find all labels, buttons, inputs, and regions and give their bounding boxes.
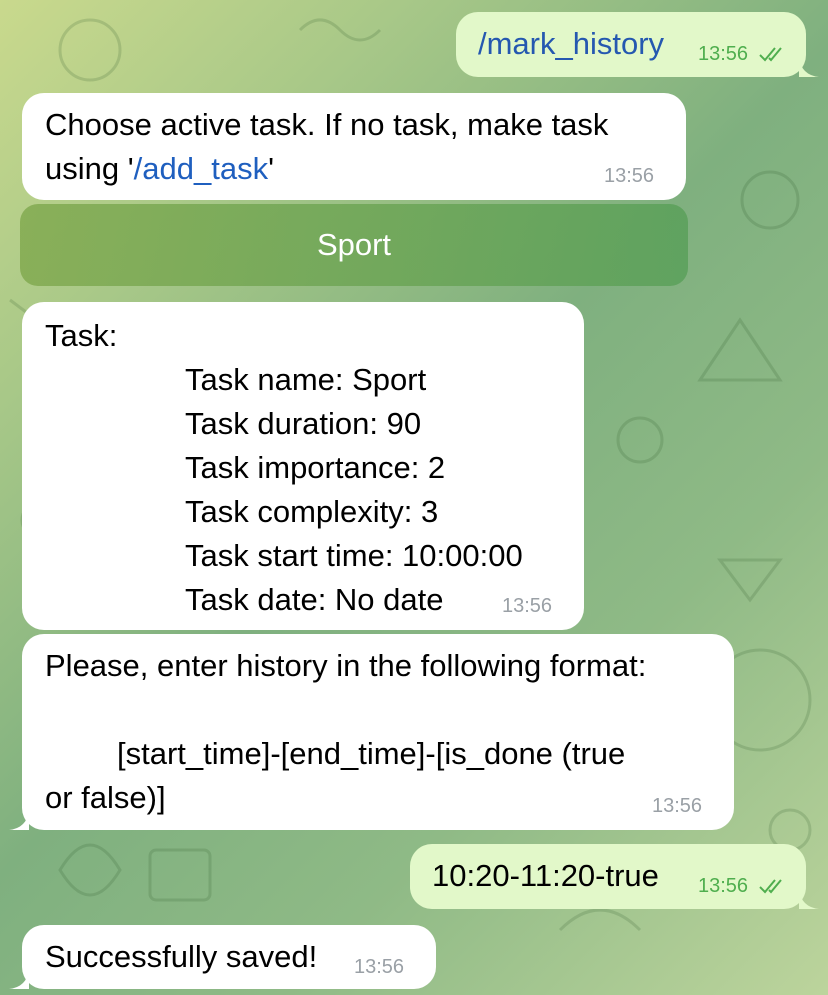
incoming-message-task-info: Task: Task name: Sport Task duration: 90… <box>22 302 584 630</box>
incoming-message-format-prompt: Please, enter history in the following f… <box>9 634 734 830</box>
incoming-message-choose-task: Choose active task. If no task, make tas… <box>22 93 686 200</box>
task-complexity: Task complexity: 3 <box>185 494 439 529</box>
task-header: Task: <box>45 318 118 353</box>
command-mark-history[interactable]: /mark_history <box>478 26 664 61</box>
outgoing-message-history: 10:20-11:20-true 13:56 <box>410 844 819 909</box>
command-link-add-task[interactable]: /add_task <box>134 151 268 186</box>
message-time: 13:56 <box>502 595 553 617</box>
message-text-line: [start_time]-[end_time]-[is_done (true <box>117 736 626 771</box>
double-check-icon <box>759 879 782 894</box>
task-importance: Task importance: 2 <box>185 450 446 485</box>
incoming-message-saved: Successfully saved! 13:56 <box>9 925 436 989</box>
message-text-line: using '/add_task' <box>45 151 274 186</box>
task-start-time: Task start time: 10:00:00 <box>185 538 523 573</box>
bubble-tail <box>9 810 29 830</box>
history-entry-text: 10:20-11:20-true <box>432 858 659 893</box>
outgoing-message-mark-history: /mark_history 13:56 <box>456 12 819 77</box>
double-check-icon <box>759 47 782 62</box>
message-time: 13:56 <box>604 165 655 187</box>
task-name: Task name: Sport <box>185 362 427 397</box>
inline-button-sport[interactable]: Sport <box>20 204 688 286</box>
bubble-tail <box>799 57 819 77</box>
message-text-line: Choose active task. If no task, make tas… <box>45 107 609 142</box>
message-time: 13:56 <box>698 43 749 65</box>
bubble-tail <box>799 889 819 909</box>
saved-text: Successfully saved! <box>45 939 318 974</box>
task-duration: Task duration: 90 <box>185 406 422 441</box>
message-time: 13:56 <box>354 956 405 978</box>
message-time: 13:56 <box>698 875 749 897</box>
bubble-tail <box>9 969 29 989</box>
message-text-line: Please, enter history in the following f… <box>45 648 647 683</box>
message-text-line: or false)] <box>45 780 166 815</box>
message-time: 13:56 <box>652 795 703 817</box>
